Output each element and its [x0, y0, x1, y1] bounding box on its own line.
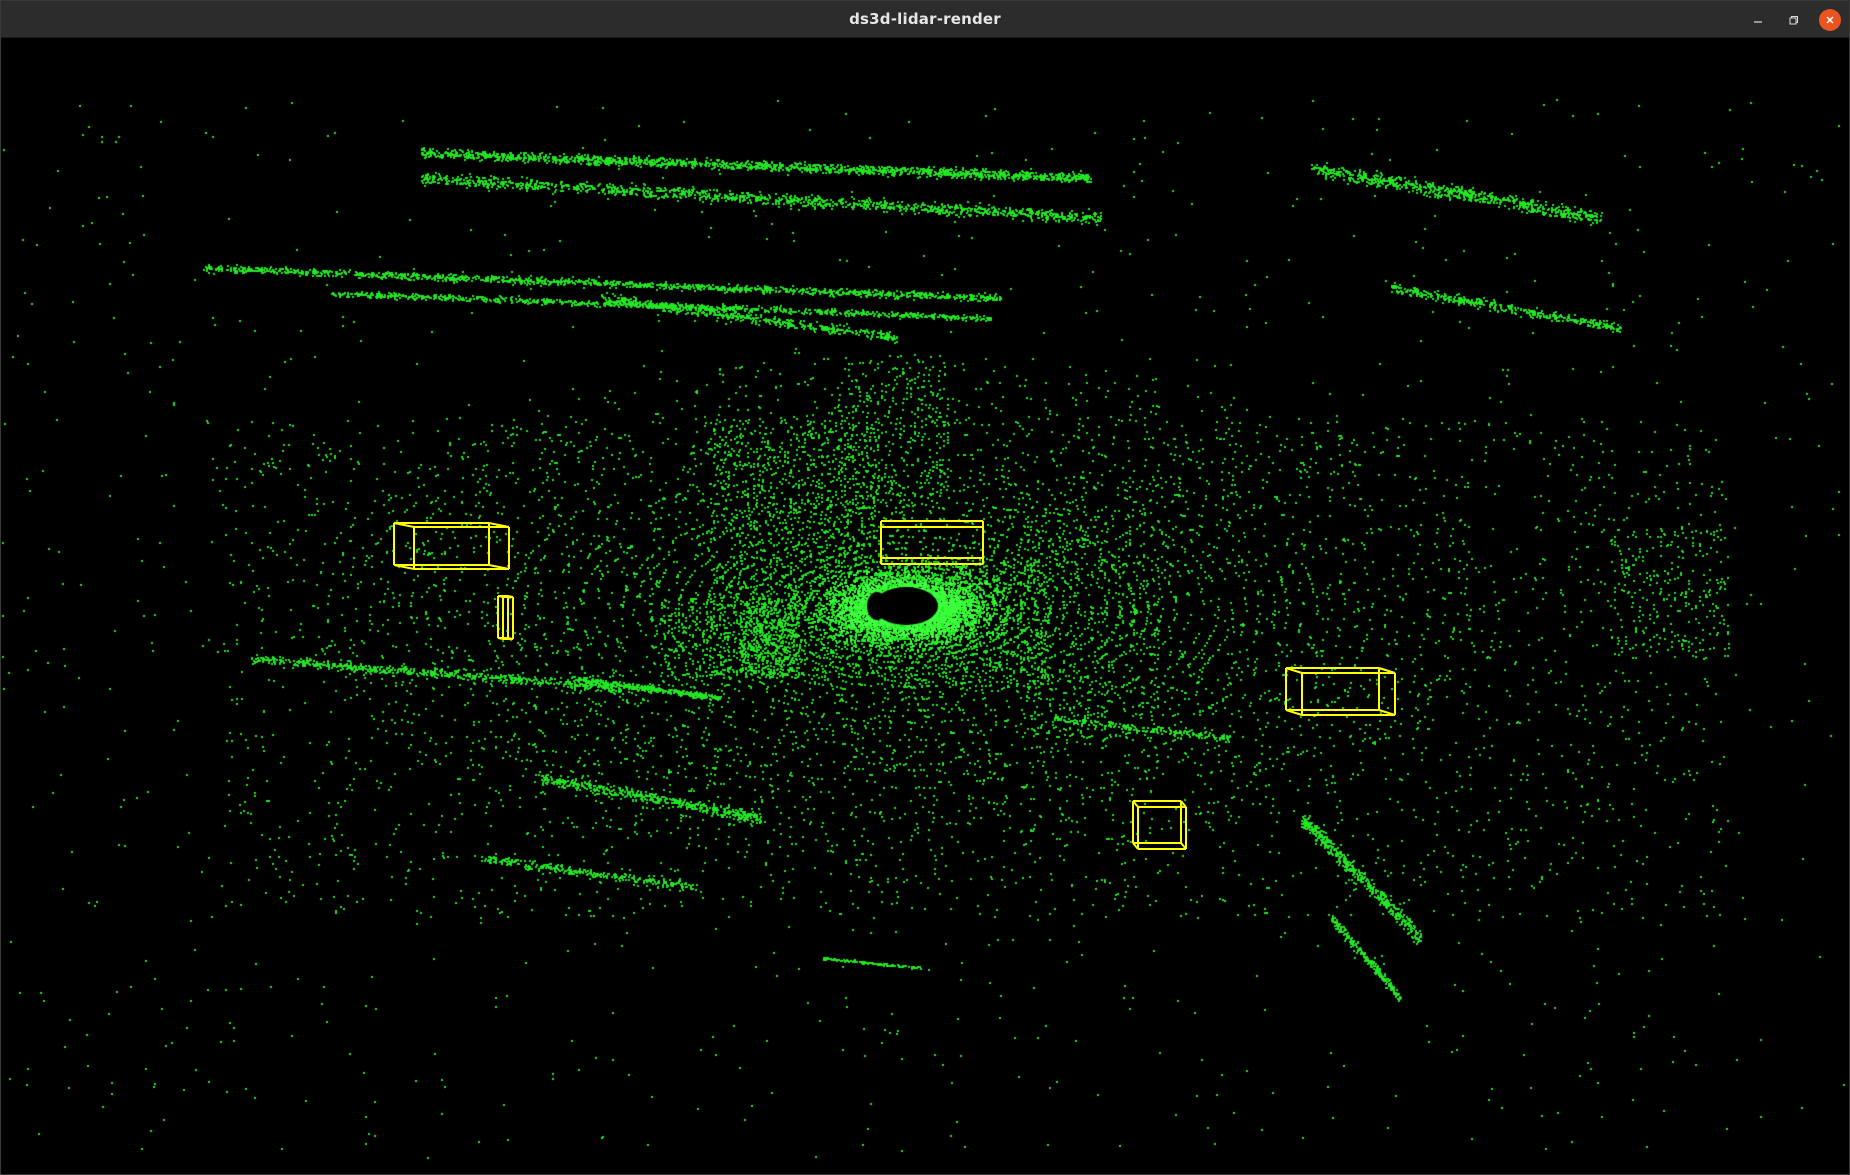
- bbox-center-car: [880, 520, 984, 565]
- title-bar[interactable]: ds3d-lidar-render: [1, 1, 1849, 38]
- bbox-left-car: [393, 522, 510, 570]
- window-controls: [1747, 1, 1841, 38]
- bbox-right-car: [1285, 667, 1396, 716]
- app-window: ds3d-lidar-render: [0, 0, 1850, 1175]
- maximize-button[interactable]: [1783, 9, 1805, 31]
- close-icon: [1826, 15, 1834, 24]
- maximize-icon: [1789, 15, 1798, 24]
- minimize-button[interactable]: [1747, 9, 1769, 31]
- bbox-left-pole: [497, 595, 514, 640]
- minimize-icon: [1754, 20, 1762, 23]
- lidar-render-viewport[interactable]: [1, 38, 1849, 1174]
- bbox-bottom-box: [1132, 800, 1187, 850]
- bounding-box-layer: [393, 520, 1396, 850]
- window-title: ds3d-lidar-render: [849, 10, 1001, 28]
- close-button[interactable]: [1819, 8, 1841, 31]
